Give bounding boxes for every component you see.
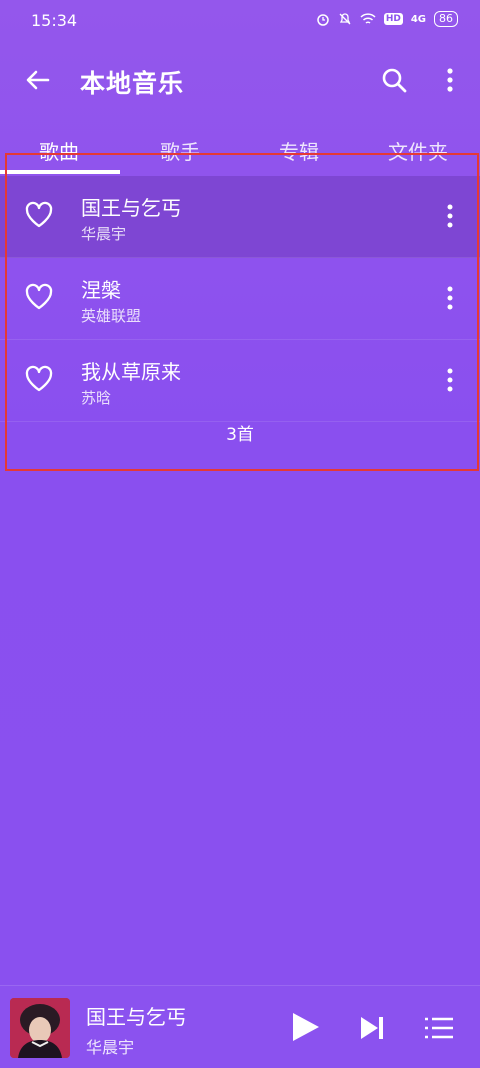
play-icon[interactable] xyxy=(288,1010,322,1044)
song-count: 3首 xyxy=(226,425,254,445)
tab-folders[interactable]: 文件夹 xyxy=(388,136,448,165)
status-time: 15:34 xyxy=(31,11,78,30)
next-track-icon[interactable] xyxy=(358,1014,386,1042)
more-options-icon[interactable] xyxy=(440,366,460,394)
mute-bell-icon xyxy=(339,13,351,25)
song-title: 我从草原来 xyxy=(81,360,181,384)
app-bar: 本地音乐 xyxy=(0,52,480,110)
song-list: 国王与乞丐 华晨宇 涅槃 英雄联盟 我从草原来 苏晗 3首 xyxy=(0,176,480,445)
mini-player[interactable]: 国王与乞丐 华晨宇 xyxy=(0,985,480,1068)
list-item[interactable]: 涅槃 英雄联盟 xyxy=(0,258,480,340)
tab-artists[interactable]: 歌手 xyxy=(160,136,200,165)
tab-bar: 歌曲 歌手 专辑 文件夹 xyxy=(0,128,480,174)
hd-badge: HD xyxy=(383,13,403,25)
song-artist: 英雄联盟 xyxy=(81,307,142,325)
status-icons: HD 4G 86 xyxy=(316,11,458,27)
network-label: 4G xyxy=(410,13,426,25)
battery-indicator: 86 xyxy=(434,11,458,27)
alarm-icon xyxy=(317,14,329,26)
player-artist: 华晨宇 xyxy=(86,1038,135,1057)
more-options-icon[interactable] xyxy=(440,202,460,230)
song-artist: 华晨宇 xyxy=(81,225,127,243)
back-arrow-icon[interactable] xyxy=(22,64,54,96)
song-title: 国王与乞丐 xyxy=(81,196,181,220)
list-item[interactable]: 国王与乞丐 华晨宇 xyxy=(0,176,480,258)
song-title: 涅槃 xyxy=(81,278,121,302)
song-artist: 苏晗 xyxy=(81,389,112,407)
status-bar: 15:34 HD 4G 86 xyxy=(0,0,480,42)
page-title: 本地音乐 xyxy=(80,69,185,98)
tab-albums[interactable]: 专辑 xyxy=(279,136,319,165)
heart-icon[interactable] xyxy=(24,200,54,230)
search-icon[interactable] xyxy=(380,66,408,94)
heart-icon[interactable] xyxy=(24,364,54,394)
wifi-icon xyxy=(360,12,376,24)
playlist-queue-icon[interactable] xyxy=(424,1016,454,1040)
player-song-title: 国王与乞丐 xyxy=(86,1005,186,1029)
tab-indicator xyxy=(0,170,120,174)
heart-icon[interactable] xyxy=(24,282,54,312)
album-cover[interactable] xyxy=(10,998,70,1058)
tab-songs[interactable]: 歌曲 xyxy=(39,136,79,165)
more-options-icon[interactable] xyxy=(438,66,462,94)
list-item[interactable]: 我从草原来 苏晗 xyxy=(0,340,480,422)
more-options-icon[interactable] xyxy=(440,284,460,312)
